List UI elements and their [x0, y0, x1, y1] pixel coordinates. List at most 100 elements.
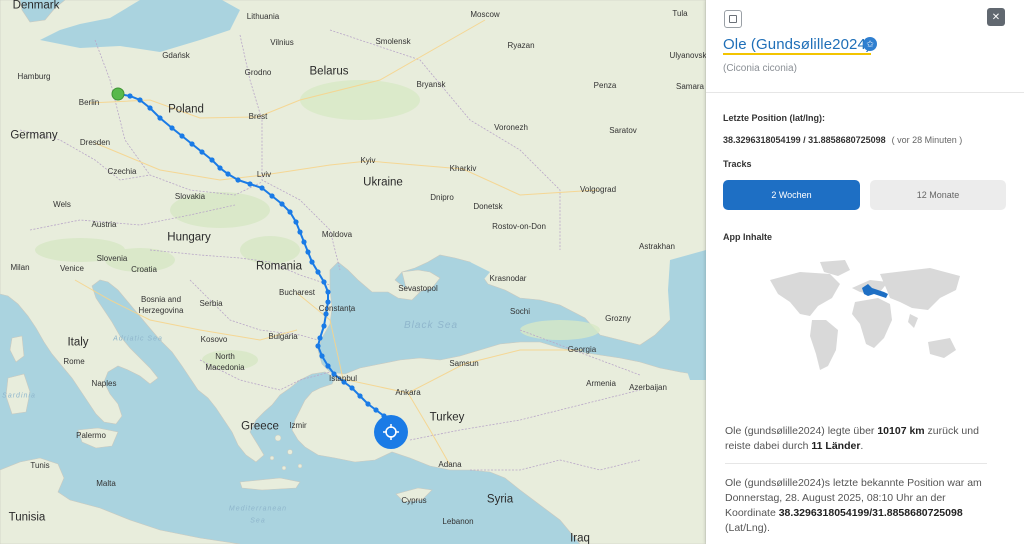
map-label-adana: Adana: [438, 460, 462, 469]
map-label-venice: Venice: [59, 264, 85, 273]
tracks-label: Tracks: [723, 159, 752, 169]
map-label-greece: Greece: [241, 420, 279, 433]
track-point: [301, 239, 307, 245]
last-position-label: Letzte Position (lat/lng):: [723, 113, 825, 123]
map-label-kharkiv: Kharkiv: [449, 164, 477, 173]
track-point: [147, 105, 153, 111]
map-label-samara: Samara: [675, 82, 705, 91]
last-position-coordinates: 38.3296318054199 / 31.8858680725098: [723, 135, 886, 145]
map-label-croatia: Croatia: [131, 265, 157, 274]
map-label-azerbaijan: Azerbaijan: [629, 383, 667, 392]
track-point: [319, 353, 325, 359]
map-label-denmark: Denmark: [12, 0, 60, 12]
close-button[interactable]: ✕: [987, 8, 1005, 26]
map-label-sevastopol: Sevastopol: [398, 284, 438, 293]
map-label-macedonia: Macedonia: [205, 363, 245, 372]
map-label-turkey: Turkey: [429, 411, 465, 424]
map-label-grozny: Grozny: [605, 314, 631, 323]
track-point: [279, 201, 285, 207]
star-badge-icon: ✩: [863, 37, 877, 51]
map-label-hamburg: Hamburg: [17, 72, 51, 81]
map-label-mediterranean: Mediterranean: [228, 505, 288, 513]
track-point: [321, 323, 327, 329]
map-label-romania: Romania: [255, 260, 303, 273]
map-view[interactable]: Denmark Germany Poland Belarus Ukraine Hungar…: [0, 0, 706, 544]
map-label-dnipro: Dnipro: [430, 193, 454, 202]
map-label-astrakhan: Astrakhan: [638, 242, 676, 251]
track-point: [325, 289, 331, 295]
map-label-moscow: Moscow: [470, 10, 500, 19]
map-label-slovakia: Slovakia: [174, 192, 206, 201]
track-point: [137, 97, 143, 103]
track-point: [317, 335, 323, 341]
app-content-label: App Inhalte: [723, 232, 772, 242]
map-label-constan-a: Constanța: [318, 304, 356, 313]
track-point: [217, 165, 223, 171]
map-label-austria: Austria: [91, 220, 117, 229]
last-known-text-2: (Lat/Lng).: [725, 522, 770, 534]
map-label-poland: Poland: [168, 103, 204, 116]
close-icon: ✕: [991, 11, 1001, 23]
track-point: [209, 157, 215, 163]
map-label-serbia: Serbia: [199, 299, 223, 308]
map-label-berlin: Berlin: [78, 98, 100, 107]
map-label-volgograd: Volgograd: [579, 185, 617, 194]
map-label-krasnodar: Krasnodar: [489, 274, 527, 283]
map-label-adriatic-sea: Adriatic Sea: [113, 335, 163, 343]
square-button[interactable]: [724, 10, 742, 28]
species-name: (Ciconia ciconia): [723, 63, 797, 74]
tab-12-months[interactable]: 12 Monate: [870, 180, 1006, 210]
animal-name: Ole (Gundsølille2024): [723, 36, 871, 55]
track-point: [365, 401, 371, 407]
detail-panel: ✕ Ole (Gundsølille2024) ✩ (Ciconia cicon…: [706, 0, 1024, 544]
map-label-smolensk: Smolensk: [375, 37, 411, 46]
map-label-cyprus: Cyprus: [401, 496, 427, 505]
summary-text-1: Ole (gundsølille2024) legte über: [725, 425, 878, 437]
map-label-bulgaria: Bulgaria: [268, 332, 298, 341]
map-label-sea: Sea: [250, 517, 266, 525]
summary-paragraph: Ole (gundsølille2024) legte über 10107 k…: [725, 424, 997, 454]
map-label-czechia: Czechia: [107, 167, 137, 176]
map-label-sochi: Sochi: [509, 307, 531, 316]
map-label-voronezh: Voronezh: [494, 123, 528, 132]
track-point: [373, 407, 379, 413]
map-label-grodno: Grodno: [244, 68, 272, 77]
map-label-germany: Germany: [10, 129, 58, 142]
map-label-ulyanovsk: Ulyanovsk: [669, 51, 706, 60]
map-label-kyiv: Kyiv: [360, 156, 376, 165]
map-label-brest: Brest: [248, 112, 268, 121]
map-label-ankara: Ankara: [395, 388, 421, 397]
map-label-syria: Syria: [486, 493, 514, 506]
map-label-gda-sk: Gdańsk: [162, 51, 190, 60]
track-point: [157, 115, 163, 121]
track-point: [259, 185, 265, 191]
last-position: 38.3296318054199 / 31.8858680725098 ( vor…: [723, 135, 962, 145]
last-known-coordinates: 38.3296318054199/31.8858680725098: [778, 507, 963, 519]
divider: [706, 92, 1024, 93]
map-label-iraq: Iraq: [570, 532, 590, 544]
track-point: [199, 149, 205, 155]
map-label-tula: Tula: [672, 9, 688, 18]
map-label-lebanon: Lebanon: [442, 517, 474, 526]
animal-title: Ole (Gundsølille2024): [723, 36, 871, 55]
start-marker: [111, 87, 125, 101]
map-label-rostov-on-don: Rostov-on-Don: [492, 222, 546, 231]
map-label-georgia: Georgia: [567, 345, 597, 354]
map-label-bucharest: Bucharest: [278, 288, 316, 297]
track-point: [235, 177, 241, 183]
map-label-samsun: Samsun: [449, 359, 479, 368]
map-label-sardinia: Sardinia: [2, 392, 36, 400]
map-label-rome: Rome: [63, 357, 85, 366]
track-point: [269, 193, 275, 199]
divider: [725, 463, 987, 464]
track-point: [325, 363, 331, 369]
map-label-bosnia-and: Bosnia and: [140, 295, 182, 304]
map-label-vilnius: Vilnius: [270, 38, 294, 47]
map-label-saratov: Saratov: [609, 126, 637, 135]
map-label-north: North: [215, 352, 235, 361]
track-point: [179, 133, 185, 139]
tab-2-weeks[interactable]: 2 Wochen: [723, 180, 860, 210]
map-label-slovenia: Slovenia: [96, 254, 128, 263]
map-label-milan: Milan: [10, 263, 30, 272]
map-label-armenia: Armenia: [586, 379, 616, 388]
